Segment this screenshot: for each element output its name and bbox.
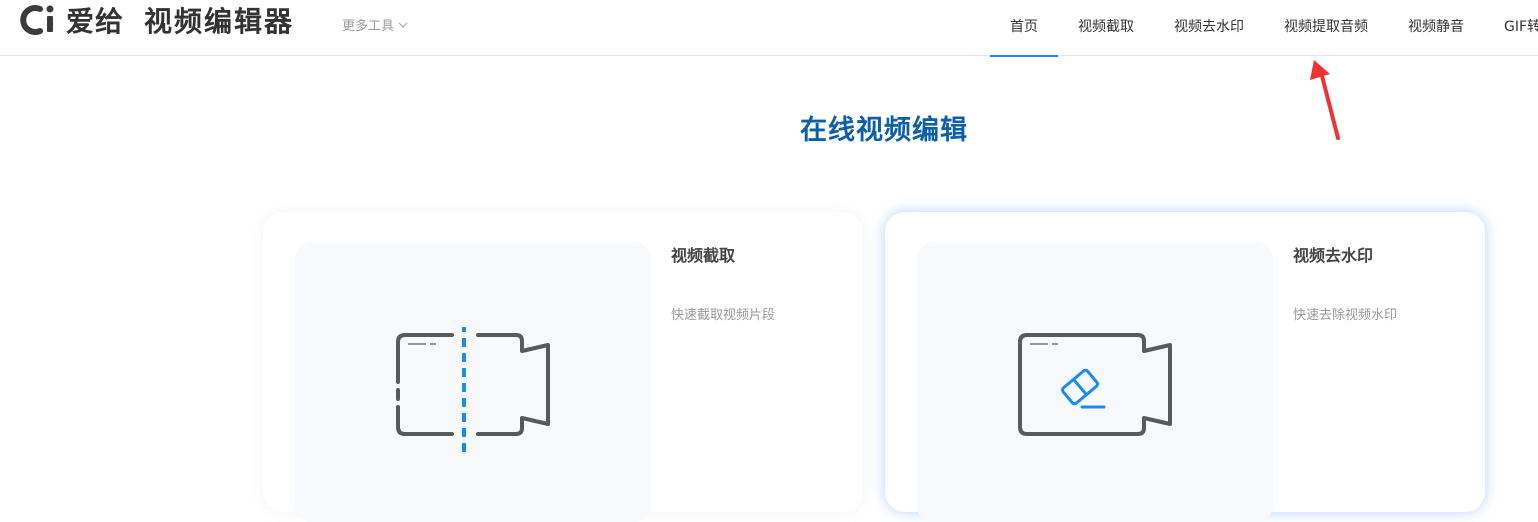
logo-icon <box>20 5 54 35</box>
nav-item-home[interactable]: 首页 <box>990 0 1058 57</box>
page-title: 在线视频编辑 <box>800 115 968 146</box>
card-title: 视频截取 <box>671 246 736 265</box>
nav-item-video-cut[interactable]: 视频截取 <box>1058 0 1154 56</box>
nav-item-gif[interactable]: GIF转 <box>1484 0 1538 56</box>
nav-item-extract-audio[interactable]: 视频提取音频 <box>1264 0 1388 56</box>
logo[interactable]: 爱给 视频编辑器 <box>20 2 294 38</box>
more-tools-label: 更多工具 <box>342 19 395 34</box>
card-title: 视频去水印 <box>1293 246 1374 265</box>
logo-product-text: 视频编辑器 <box>144 5 295 38</box>
logo-brand-text: 爱给 <box>66 5 125 38</box>
card-description: 快速截取视频片段 <box>671 308 776 323</box>
card-illustration <box>917 242 1273 522</box>
card-illustration <box>295 242 651 522</box>
card-description: 快速去除视频水印 <box>1293 308 1398 323</box>
top-header: 爱给 视频编辑器 更多工具 首页 视频截取 视频去水印 视频提取音频 视频静音 … <box>0 0 1538 57</box>
video-cut-icon <box>396 327 550 452</box>
main-nav: 首页 视频截取 视频去水印 视频提取音频 视频静音 GIF转 <box>990 0 1538 57</box>
video-eraser-icon <box>1018 333 1172 436</box>
nav-item-mute-video[interactable]: 视频静音 <box>1388 0 1484 56</box>
tool-card-video-cut[interactable]: 视频截取 快速截取视频片段 <box>263 212 863 522</box>
chevron-down-icon <box>398 22 408 28</box>
tool-card-remove-watermark[interactable]: 视频去水印 快速去除视频水印 <box>885 212 1485 522</box>
more-tools-dropdown[interactable]: 更多工具 <box>342 15 408 34</box>
nav-item-remove-watermark[interactable]: 视频去水印 <box>1154 0 1264 56</box>
